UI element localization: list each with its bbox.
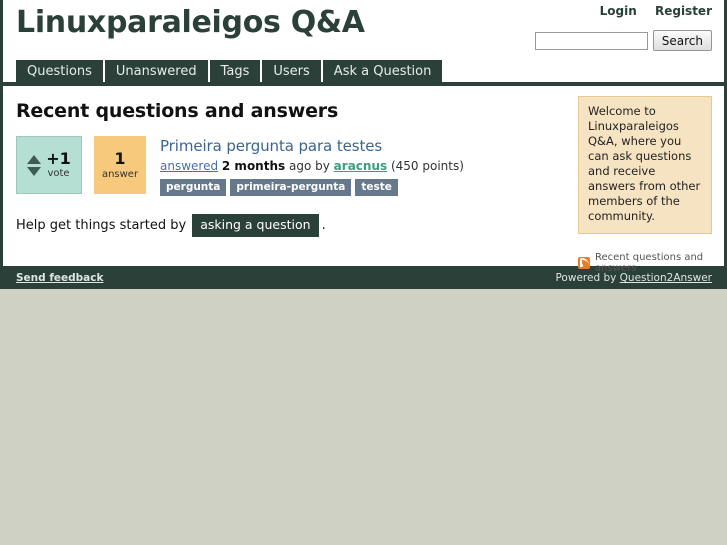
question-when: 2 months [221,159,286,173]
tag-link[interactable]: teste [355,179,398,196]
page-body: Recent questions and answers +1 vote 1 a… [3,86,724,274]
answer-count-number: 1 [114,148,126,168]
question-meta: answered 2 months ago by aracnus (450 po… [160,159,464,173]
footer-left: Send feedback [16,272,555,284]
sidebar: Welcome to Linuxparaleigos Q&A, where yo… [578,96,712,274]
send-feedback-link[interactable]: Send feedback [16,272,103,284]
vote-down-icon[interactable] [27,166,42,176]
search-form: Search [534,30,712,51]
question-agoby-text: ago by [288,159,330,173]
nav-item-tags[interactable]: Tags [209,60,261,84]
help-line-text: Help get things started by [16,218,187,233]
nav-item-users[interactable]: Users [262,60,321,84]
question-body: Primeira pergunta para testes answered 2… [160,136,464,196]
rss-feed-label: Recent questions and answers [595,252,704,274]
page-title: Recent questions and answers [16,100,339,122]
main-content: Recent questions and answers +1 vote 1 a… [3,86,568,237]
nav-item-unanswered[interactable]: Unanswered [104,60,208,84]
question-tags: pergunta primeira-pergunta teste [160,179,464,196]
help-line-period: . [321,218,326,233]
ask-a-question-button[interactable]: asking a question [192,214,319,237]
nav-item-questions[interactable]: Questions [16,60,103,84]
nav-item-ask-a-question[interactable]: Ask a Question [322,60,443,84]
vote-arrows [27,154,42,176]
question-author-link[interactable]: aracnus [334,159,387,173]
tag-link[interactable]: pergunta [160,179,227,196]
vote-box: +1 vote [16,136,82,194]
rss-feed-link[interactable]: Recent questions and answers [578,252,712,274]
search-input[interactable] [534,31,648,50]
register-link[interactable]: Register [655,4,712,18]
vote-count-label: vote [47,167,70,179]
page-container: Linuxparaleigos Q&A Login Register Searc… [0,0,727,289]
site-header: Linuxparaleigos Q&A Login Register Searc… [3,0,724,60]
main-navigation: Questions Unanswered Tags Users Ask a Qu… [3,60,724,86]
vote-count: +1 vote [46,148,71,180]
question-status-link[interactable]: answered [160,159,218,173]
question-list-item: +1 vote 1 answer Primeira pergunta para … [16,136,568,196]
vote-count-number: +1 [46,148,71,168]
user-links: Login Register [586,4,712,18]
search-button[interactable]: Search [652,30,712,51]
help-line: Help get things started by asking a ques… [16,214,568,237]
site-title: Linuxparaleigos Q&A [16,5,365,40]
answer-count-label: answer [101,168,139,180]
welcome-widget: Welcome to Linuxparaleigos Q&A, where yo… [578,96,712,234]
tag-link[interactable]: primeira-pergunta [230,179,352,196]
login-link[interactable]: Login [600,4,637,18]
question-author-points: (450 points) [390,159,464,173]
answer-count-box: 1 answer [94,136,146,194]
question-title-link[interactable]: Primeira pergunta para testes [160,137,464,155]
vote-up-icon[interactable] [27,154,42,164]
rss-icon [578,257,590,269]
